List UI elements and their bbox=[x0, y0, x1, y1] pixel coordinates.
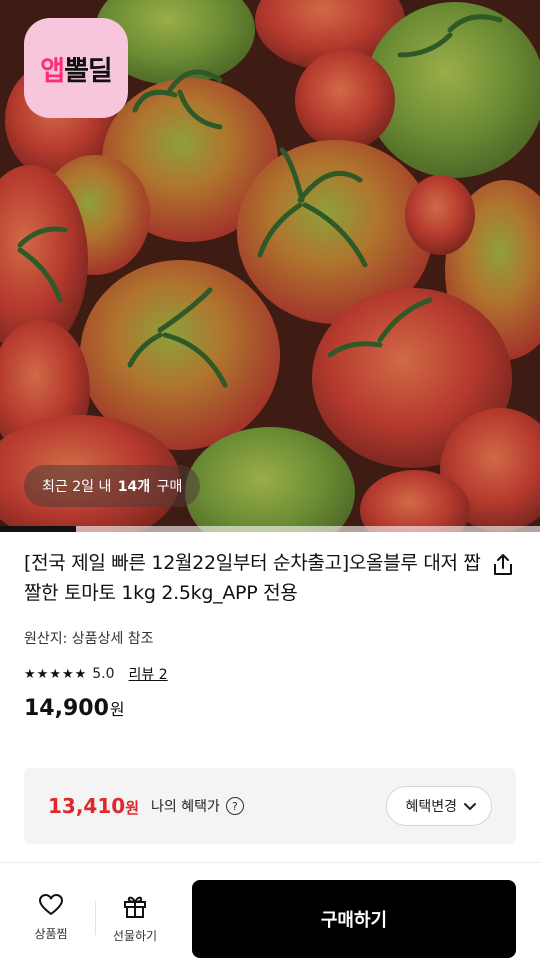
gift-label: 선물하기 bbox=[112, 929, 158, 943]
app-logo: 앱뽈딜 bbox=[24, 18, 128, 118]
benefit-price-value: 13,410 bbox=[48, 794, 126, 818]
benefit-price: 13,410원 bbox=[48, 794, 139, 818]
help-icon[interactable]: ? bbox=[225, 797, 244, 815]
recent-purchase-badge: 최근 2일 내 14개 구매 bbox=[24, 465, 201, 507]
rating-row: ★ ★ ★ ★ ★ 5.0 리뷰 2 bbox=[24, 664, 516, 684]
original-price: 14,900원 bbox=[24, 696, 516, 721]
gallery-progress-bar bbox=[0, 526, 540, 532]
gallery-progress-fill bbox=[0, 526, 76, 532]
product-image[interactable]: 앱뽈딜 최근 2일 내 14개 구매 bbox=[0, 0, 540, 532]
origin-text: 원산지: 상품상세 참조 bbox=[24, 631, 154, 647]
wishlist-button[interactable]: 상품찜 bbox=[16, 893, 86, 942]
wishlist-label: 상품찜 bbox=[34, 927, 68, 941]
purchase-count: 14개 bbox=[117, 479, 151, 495]
purchase-suffix: 구매 bbox=[152, 479, 183, 495]
chevron-down-icon bbox=[464, 803, 476, 810]
rating-score: 5.0 bbox=[92, 666, 115, 682]
price-unit: 원 bbox=[109, 700, 125, 719]
star-icon: ★ bbox=[36, 666, 49, 682]
rating-stars: ★ ★ ★ ★ ★ bbox=[24, 668, 86, 681]
buy-button[interactable]: 구매하기 bbox=[192, 880, 516, 958]
bottom-action-bar: 상품찜 선물하기 구매하기 bbox=[0, 862, 540, 959]
benefit-price-unit: 원 bbox=[125, 799, 139, 817]
product-title: [전국 제일 빠른 12월22일부터 순차출고]오올블루 대저 짭짤한 토마토 … bbox=[24, 552, 481, 604]
bottom-divider bbox=[95, 901, 96, 935]
logo-suffix: 뽈딜 bbox=[64, 55, 113, 87]
benefit-label: 나의 혜택가 bbox=[151, 799, 220, 815]
gift-icon bbox=[124, 896, 146, 918]
product-info: [전국 제일 빠른 12월22일부터 순차출고]오올블루 대저 짭짤한 토마토 … bbox=[24, 548, 516, 721]
star-icon: ★ bbox=[49, 666, 61, 682]
share-icon[interactable] bbox=[490, 552, 516, 578]
star-icon: ★ bbox=[24, 666, 36, 682]
benefit-change-label: 혜택변경 bbox=[405, 799, 457, 815]
gift-button[interactable]: 선물하기 bbox=[100, 893, 170, 944]
price-value: 14,900 bbox=[24, 696, 109, 721]
heart-icon bbox=[39, 894, 63, 915]
star-icon: ★ bbox=[61, 666, 74, 682]
benefit-change-button[interactable]: 혜택변경 bbox=[386, 786, 492, 826]
benefit-price-box: 13,410원 나의 혜택가 ? 혜택변경 bbox=[24, 768, 516, 844]
star-icon: ★ bbox=[74, 666, 87, 682]
purchase-prefix: 최근 2일 내 bbox=[42, 479, 116, 495]
logo-prefix: 앱 bbox=[40, 55, 65, 87]
review-link[interactable]: 리뷰 2 bbox=[129, 664, 168, 684]
